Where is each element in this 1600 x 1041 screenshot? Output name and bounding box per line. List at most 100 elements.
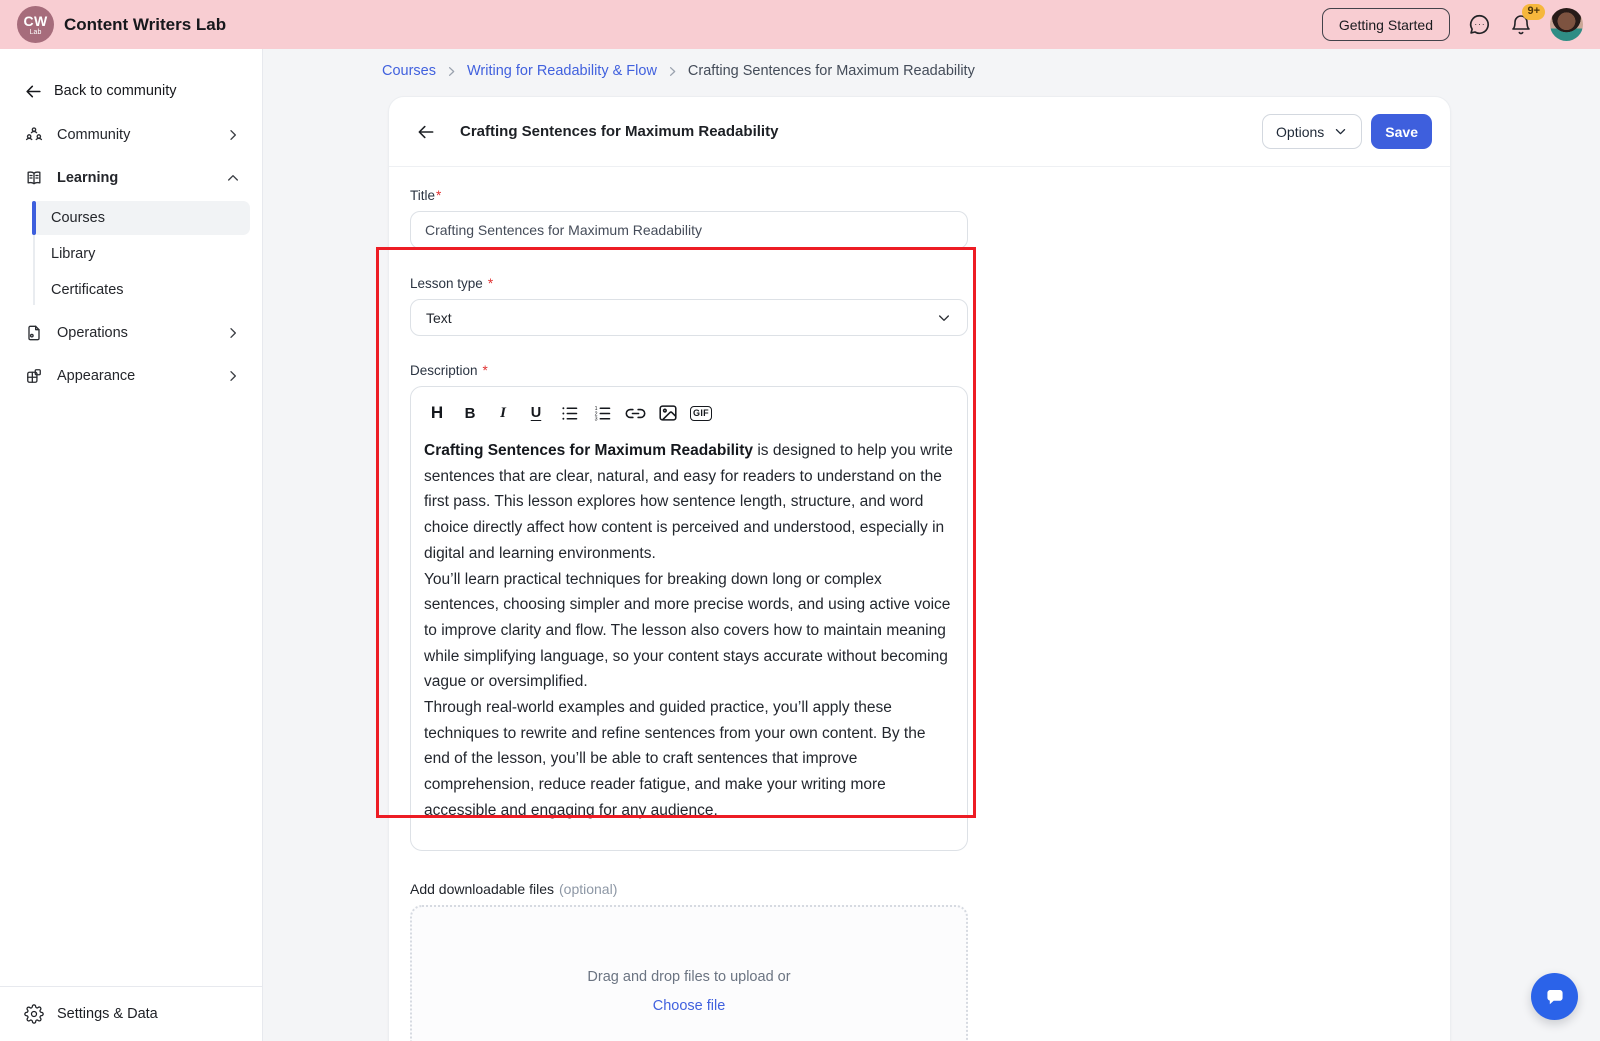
title-field-label: Title * [410, 188, 989, 203]
user-avatar[interactable] [1550, 8, 1583, 41]
description-bold-lead: Crafting Sentences for Maximum Readabili… [424, 442, 754, 459]
link-icon[interactable] [621, 400, 649, 426]
chevron-down-icon [936, 310, 952, 326]
lesson-type-value: Text [426, 309, 452, 326]
chevron-right-icon [225, 325, 241, 341]
header-actions: Getting Started 9+ [1321, 3, 1583, 41]
sidebar-item-certificates[interactable]: Certificates [32, 273, 250, 307]
underline-icon[interactable]: U [522, 400, 550, 426]
app-title: Content Writers Lab [64, 14, 227, 34]
description-paragraph: You’ll learn practical techniques for br… [424, 570, 951, 691]
page-title: Crafting Sentences for Maximum Readabili… [460, 123, 779, 140]
heading-icon[interactable]: H [423, 400, 451, 426]
required-asterisk: * [487, 276, 494, 291]
description-paragraph-text: is designed to help you write sentences … [424, 442, 953, 562]
chat-bubble-icon [1467, 12, 1492, 37]
gif-icon[interactable]: GIF [687, 400, 715, 426]
sidebar-item-learning[interactable]: Learning [0, 156, 262, 199]
options-button[interactable]: Options [1262, 114, 1363, 149]
options-label: Options [1276, 123, 1325, 140]
description-paragraph: Crafting Sentences for Maximum Readabili… [424, 438, 953, 567]
title-label-text: Title [410, 188, 436, 203]
dropzone-text: Drag and drop files to upload or [587, 968, 791, 985]
chevron-up-icon [225, 170, 241, 186]
lesson-form: Title* Lesson type* Text Description* [389, 167, 989, 1041]
choose-file-link[interactable]: Choose file [653, 998, 726, 1014]
file-dropzone[interactable]: Drag and drop files to upload or Choose … [410, 904, 968, 1041]
subitem-label: Certificates [51, 282, 124, 298]
sidebar-item-label: Community [57, 126, 131, 143]
title-input[interactable] [410, 211, 968, 249]
editor-toolbar: H B I U 1 2 3 GIF [411, 400, 967, 435]
community-icon [24, 125, 44, 145]
chevron-down-icon [1333, 124, 1348, 139]
settings-label: Settings & Data [57, 1006, 158, 1022]
messages-button[interactable] [1467, 12, 1492, 37]
required-asterisk: * [482, 363, 488, 378]
sidebar-item-operations[interactable]: Operations [0, 311, 262, 354]
lesson-type-field-label: Lesson type * [410, 276, 989, 291]
sidebar-item-label: Appearance [57, 367, 136, 384]
chat-widget-button[interactable] [1531, 973, 1578, 1020]
sidebar-nav: Community Learning Courses Library Certi… [0, 113, 262, 397]
image-icon[interactable] [654, 400, 682, 426]
downloadable-files-label: Add downloadable files (optional) [410, 881, 989, 897]
top-header: CW Lab Content Writers Lab Getting Start… [0, 0, 1600, 49]
bullet-list-icon[interactable] [555, 400, 583, 426]
notifications-button[interactable]: 9+ [1509, 3, 1545, 37]
sidebar-item-label: Learning [57, 169, 119, 186]
files-optional-note: (optional) [559, 880, 618, 897]
sidebar-item-label: Operations [57, 324, 128, 341]
chevron-right-icon [666, 65, 679, 78]
description-field-label: Description * [410, 363, 989, 378]
logo-text: CW [23, 12, 48, 29]
sidebar-item-appearance[interactable]: Appearance [0, 354, 262, 397]
breadcrumb-courses-link[interactable]: Courses [382, 63, 436, 79]
required-asterisk: * [436, 188, 442, 203]
breadcrumb-current: Crafting Sentences for Maximum Readabili… [687, 63, 975, 79]
description-paragraph: Through real-world examples and guided p… [424, 699, 926, 819]
back-to-community-link[interactable]: Back to community [24, 77, 238, 105]
lesson-editor-card: Crafting Sentences for Maximum Readabili… [388, 96, 1451, 1041]
files-label-text: Add downloadable files [410, 880, 554, 897]
description-label-text: Description [410, 363, 478, 378]
subitem-label: Courses [51, 210, 105, 226]
sidebar-item-courses[interactable]: Courses [32, 201, 250, 235]
italic-icon[interactable]: I [489, 400, 517, 426]
bold-icon[interactable]: B [456, 400, 484, 426]
back-button[interactable] [416, 122, 436, 142]
main-content: Courses Writing for Readability & Flow C… [263, 49, 1600, 1041]
back-arrow-icon [24, 82, 43, 101]
breadcrumb: Courses Writing for Readability & Flow C… [382, 63, 975, 79]
logo-subtext: Lab [29, 28, 42, 36]
getting-started-button[interactable]: Getting Started [1321, 8, 1450, 41]
learning-book-icon [24, 168, 44, 188]
svg-text:3: 3 [594, 416, 597, 422]
chevron-right-icon [225, 127, 241, 143]
settings-and-data-link[interactable]: Settings & Data [0, 986, 262, 1041]
sidebar-item-community[interactable]: Community [0, 113, 262, 156]
chat-bubble-icon [1542, 984, 1568, 1010]
learning-subnav: Courses Library Certificates [32, 201, 250, 307]
description-rich-text-editor[interactable]: H B I U 1 2 3 GIF Crafting Sentences for… [410, 386, 968, 851]
lesson-type-select[interactable]: Text [410, 299, 968, 336]
chevron-right-icon [225, 368, 241, 384]
card-header: Crafting Sentences for Maximum Readabili… [389, 97, 1450, 167]
back-label: Back to community [54, 83, 177, 99]
sidebar: Back to community Community Learning Cou… [0, 49, 263, 1041]
appearance-layout-icon [24, 366, 44, 386]
operations-document-icon [24, 323, 44, 343]
notification-count-badge: 9+ [1522, 3, 1545, 20]
sidebar-item-library[interactable]: Library [32, 237, 250, 271]
breadcrumb-course-link[interactable]: Writing for Readability & Flow [467, 63, 657, 79]
gif-label: GIF [689, 405, 713, 421]
description-text[interactable]: Crafting Sentences for Maximum Readabili… [411, 435, 967, 824]
gear-icon [24, 1004, 44, 1024]
numbered-list-icon[interactable]: 1 2 3 [588, 400, 616, 426]
chevron-right-icon [445, 65, 458, 78]
app-logo: CW Lab [17, 6, 54, 43]
card-actions: Options Save [1262, 114, 1432, 149]
subitem-label: Library [51, 246, 96, 262]
lesson-type-label-text: Lesson type [410, 276, 483, 291]
save-button[interactable]: Save [1371, 114, 1432, 149]
